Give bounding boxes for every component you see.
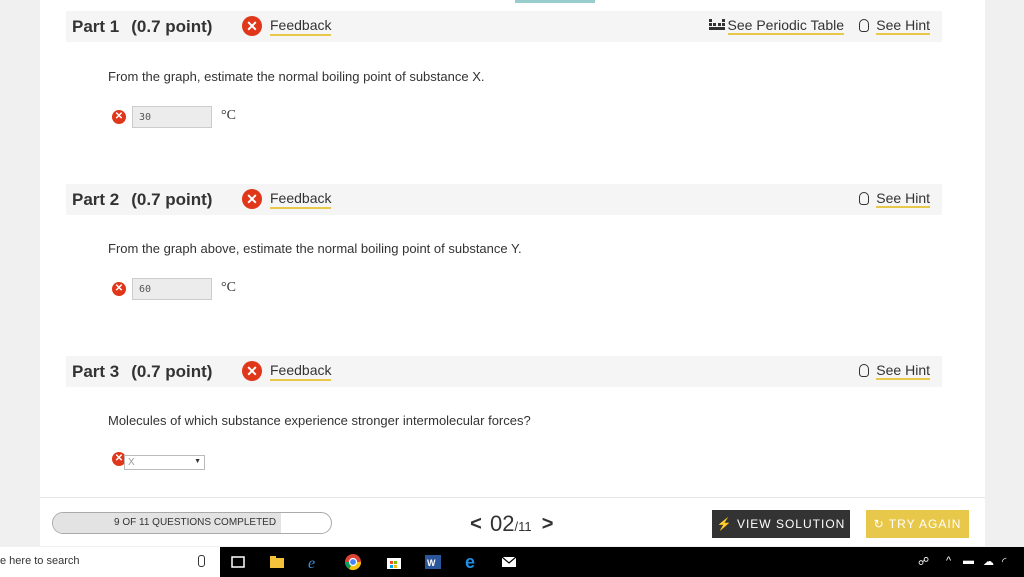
progress-text: 9 OF 11 QUESTIONS COMPLETED bbox=[114, 517, 277, 528]
onedrive-icon[interactable]: ☁ bbox=[983, 555, 994, 568]
part-1-points: (0.7 point) bbox=[131, 17, 213, 36]
part-2-answer-input[interactable]: 60 bbox=[132, 278, 212, 300]
part-3-feedback-link[interactable]: Feedback bbox=[270, 362, 332, 381]
lightbulb-icon bbox=[859, 19, 870, 32]
progress-bar: 9 OF 11 QUESTIONS COMPLETED bbox=[52, 512, 332, 534]
part-3-see-hint-link[interactable]: See Hint bbox=[859, 362, 930, 380]
part-3-question: Molecules of which substance experience … bbox=[108, 413, 531, 428]
part-2-points: (0.7 point) bbox=[131, 190, 213, 209]
word-icon[interactable]: W bbox=[424, 553, 442, 571]
part-2-feedback-link[interactable]: Feedback bbox=[270, 190, 332, 209]
svg-text:e: e bbox=[308, 555, 315, 571]
edge-icon[interactable]: e bbox=[463, 553, 481, 571]
wifi-icon[interactable]: ◜ bbox=[1002, 555, 1006, 568]
feedback-error-icon[interactable]: ✕ bbox=[242, 189, 262, 209]
battery-icon[interactable]: ▬ bbox=[963, 555, 974, 567]
part-2-title: Part 2 (0.7 point) bbox=[72, 190, 212, 210]
svg-text:W: W bbox=[427, 558, 436, 568]
hint-label: See Hint bbox=[876, 17, 930, 35]
try-again-label: TRY AGAIN bbox=[888, 517, 962, 531]
internet-explorer-icon[interactable]: e bbox=[305, 553, 323, 571]
periodic-table-icon bbox=[708, 19, 725, 30]
part-1-question: From the graph, estimate the normal boil… bbox=[108, 69, 485, 84]
incorrect-icon: ✕ bbox=[112, 282, 126, 296]
part-3-points: (0.7 point) bbox=[131, 362, 213, 381]
feedback-error-icon[interactable]: ✕ bbox=[242, 361, 262, 381]
part-1-header: Part 1 (0.7 point) ✕ Feedback See Periodi… bbox=[66, 11, 942, 42]
part-3-header: Part 3 (0.7 point) ✕ Feedback See Hint bbox=[66, 356, 942, 387]
mail-icon[interactable] bbox=[500, 553, 518, 571]
previous-question-icon[interactable]: < bbox=[468, 513, 484, 536]
view-solution-button[interactable]: ⚡ VIEW SOLUTION bbox=[712, 510, 850, 538]
hint-label: See Hint bbox=[876, 190, 930, 208]
part-2-question: From the graph above, estimate the norma… bbox=[108, 241, 522, 256]
part-1-label: Part 1 bbox=[72, 17, 120, 36]
total-questions: /11 bbox=[514, 519, 532, 534]
windows-taskbar: e here to search e W e ☍ ^ ▬ ☁ ◜ bbox=[0, 547, 1024, 577]
part-1-feedback-link[interactable]: Feedback bbox=[270, 17, 332, 36]
lightbulb-icon bbox=[859, 192, 870, 205]
store-icon[interactable] bbox=[385, 553, 403, 571]
show-hidden-icons-icon[interactable]: ^ bbox=[946, 555, 951, 567]
part-1-unit: °C bbox=[221, 108, 236, 123]
top-accent-bar bbox=[515, 0, 595, 3]
taskbar-search-box[interactable]: e here to search bbox=[0, 547, 220, 577]
question-pager: <02/11 > bbox=[468, 511, 556, 539]
hint-label: See Hint bbox=[876, 362, 930, 380]
part-3-answer-select[interactable]: X ▼ bbox=[124, 455, 205, 470]
selected-value: X bbox=[128, 457, 135, 468]
lightning-icon: ⚡ bbox=[716, 517, 733, 531]
incorrect-icon: ✕ bbox=[112, 110, 126, 124]
task-view-icon[interactable] bbox=[229, 553, 247, 571]
people-icon[interactable]: ☍ bbox=[918, 555, 929, 568]
part-2-see-hint-link[interactable]: See Hint bbox=[859, 190, 930, 208]
dropdown-caret-icon: ▼ bbox=[194, 458, 201, 465]
reload-icon: ↻ bbox=[873, 517, 885, 531]
search-placeholder: e here to search bbox=[0, 555, 80, 567]
part-1-answer-input[interactable]: 30 bbox=[132, 106, 212, 128]
svg-text:e: e bbox=[465, 553, 475, 571]
lightbulb-icon bbox=[859, 364, 870, 377]
current-question: 02 bbox=[490, 511, 515, 536]
try-again-button[interactable]: ↻ TRY AGAIN bbox=[866, 510, 969, 538]
part-2-label: Part 2 bbox=[72, 190, 120, 209]
next-question-icon[interactable]: > bbox=[540, 513, 556, 536]
view-solution-label: VIEW SOLUTION bbox=[736, 517, 846, 531]
periodic-table-label: See Periodic Table bbox=[727, 17, 844, 35]
part-1-title: Part 1 (0.7 point) bbox=[72, 17, 212, 37]
microphone-icon[interactable] bbox=[198, 555, 205, 567]
feedback-error-icon[interactable]: ✕ bbox=[242, 16, 262, 36]
part-3-title: Part 3 (0.7 point) bbox=[72, 362, 212, 382]
part-3-label: Part 3 bbox=[72, 362, 120, 381]
file-explorer-icon[interactable] bbox=[268, 553, 286, 571]
chrome-icon[interactable] bbox=[344, 553, 362, 571]
part-2-header: Part 2 (0.7 point) ✕ Feedback See Hint bbox=[66, 184, 942, 215]
part-1-see-hint-link[interactable]: See Hint bbox=[859, 17, 930, 35]
see-periodic-table-link[interactable]: See Periodic Table bbox=[708, 17, 844, 35]
part-2-unit: °C bbox=[221, 280, 236, 295]
